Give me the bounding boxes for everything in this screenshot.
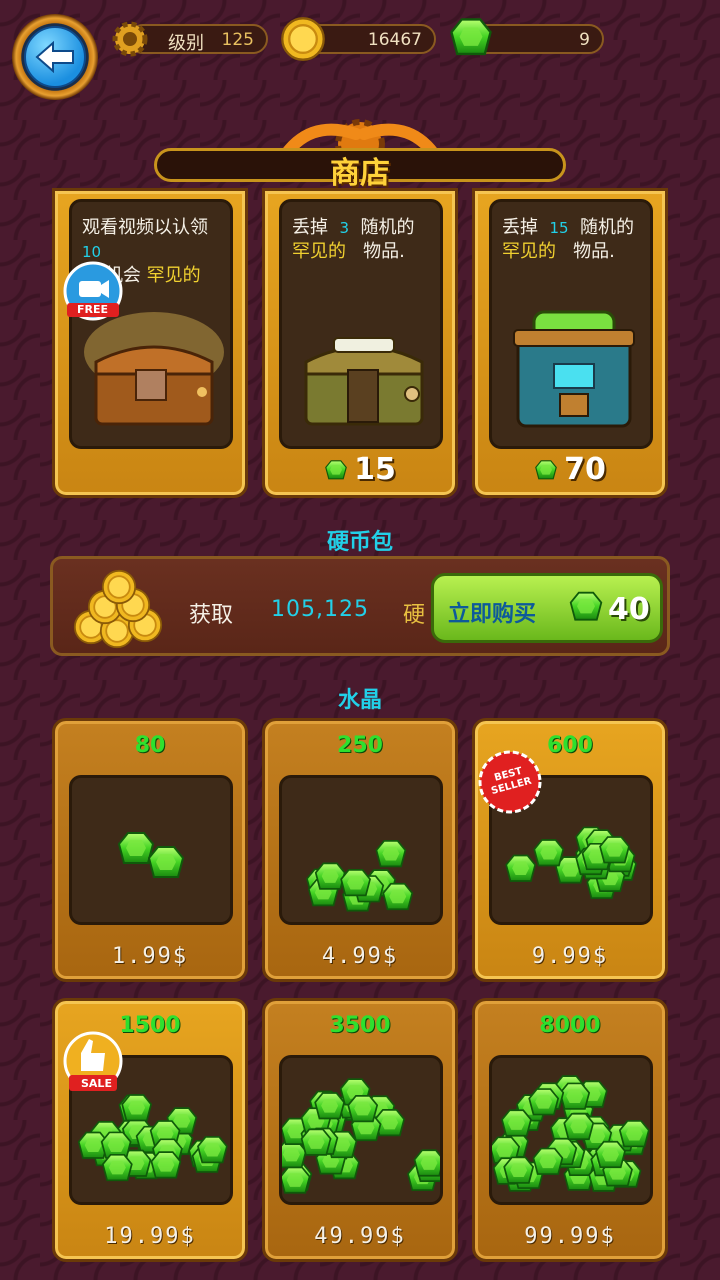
crystal-price: 49.99$ — [314, 1224, 406, 1249]
crystal-price: 19.99$ — [104, 1224, 196, 1249]
tech-chest-icon — [513, 310, 635, 428]
coin-icon — [280, 16, 326, 62]
crystal-price: 99.99$ — [524, 1224, 616, 1249]
chest-cost-value: 15 — [354, 452, 396, 487]
buy-now-button[interactable]: 立即购买 40 — [431, 573, 663, 643]
gem-pile-icon — [492, 1075, 650, 1192]
page-title: 商店 — [330, 156, 390, 191]
free-badge-label: FREE — [77, 303, 109, 316]
sale-badge-label: SALE — [81, 1077, 112, 1090]
gem-icon — [534, 459, 558, 483]
chest-description: 丢掉 15 随机的 罕见的 物品. — [502, 216, 640, 264]
buy-now-cost: 40 — [608, 592, 650, 627]
level-label: 级别 — [168, 33, 204, 54]
chest-item-count: 3 — [339, 219, 349, 237]
chest-percent-value: 10 — [82, 243, 102, 261]
chest-card-small[interactable]: 丢掉 3 随机的 罕见的 物品. 15 — [262, 188, 458, 498]
back-arrow-icon — [24, 26, 86, 88]
crystal-amount: 8000 — [539, 1013, 601, 1038]
best-seller-badge: BEST SELLER — [477, 749, 543, 819]
chest-item-count: 15 — [549, 219, 569, 237]
crystals-title: 水晶 — [337, 688, 382, 713]
crystal-pack-card[interactable]: 3500 49.99$ — [262, 998, 458, 1262]
gem-pile-icon — [306, 840, 414, 912]
crystal-pack-card[interactable]: 8000 99.99$ — [472, 998, 668, 1262]
gem-pile-icon — [282, 1078, 440, 1194]
gems-value: 9 — [579, 30, 590, 50]
chest-cost-value: 70 — [564, 452, 606, 487]
chest-text-line: 物品. — [573, 241, 615, 262]
chest-panel: 丢掉 3 随机的 罕见的 物品. — [279, 199, 443, 449]
crystal-price: 9.99$ — [531, 944, 609, 969]
gem-icon — [568, 590, 604, 626]
crystal-amount: 80 — [134, 733, 166, 758]
chest-rarity: 罕见的 — [502, 241, 556, 262]
chest-rarity: 罕见的 — [146, 265, 201, 286]
crystal-amount: 3500 — [329, 1013, 391, 1038]
chest-text-line: 随机的 — [360, 217, 415, 238]
gem-icon — [324, 459, 348, 483]
chest-description: 丢掉 3 随机的 罕见的 物品. — [292, 216, 430, 264]
crystal-pack-card[interactable]: 1500 19.99$ SALE — [52, 998, 248, 1262]
chest-rarity: 罕见的 — [292, 241, 346, 262]
coin-pack-unit: 硬 — [403, 603, 426, 628]
chest-card-free[interactable]: 观看视频以认领10 % 机会 罕见的 FREE — [52, 188, 248, 498]
coin-pack-get-label: 获取 — [189, 603, 234, 628]
back-button[interactable] — [12, 14, 98, 100]
iron-chest-icon — [304, 337, 424, 426]
crystal-pack-card[interactable]: 600 9.99$ BEST SELLER — [472, 718, 668, 982]
sale-badge: SALE — [61, 1031, 125, 1101]
buy-now-label: 立即购买 — [448, 602, 537, 627]
coins-value: 16467 — [367, 30, 422, 50]
chest-panel: 丢掉 15 随机的 罕见的 物品. — [489, 199, 653, 449]
shop-title-banner: 商店 — [154, 110, 566, 191]
chest-cost: 15 — [265, 452, 455, 487]
chest-cost: 70 — [475, 452, 665, 487]
crystal-price: 1.99$ — [111, 944, 189, 969]
gem-pile-icon — [118, 832, 184, 878]
gem-icon — [448, 16, 494, 62]
crystal-panel — [69, 775, 233, 925]
chest-text-line: 丢掉 — [502, 217, 538, 238]
crystal-pack-card[interactable]: 80 1.99$ — [52, 718, 248, 982]
free-video-badge: FREE — [61, 261, 125, 329]
coin-pack-row: 获取 105,125 硬 立即购买 40 — [50, 556, 670, 656]
gear-icon — [110, 19, 150, 59]
crystal-panel — [279, 775, 443, 925]
coin-pack-amount: 105,125 — [271, 597, 369, 622]
crystal-panel — [279, 1055, 443, 1205]
chest-text-line: 物品. — [363, 241, 405, 262]
chest-text-line: 观看视频以认领 — [82, 217, 208, 238]
crystal-amount: 250 — [337, 733, 383, 758]
crystal-panel — [489, 1055, 653, 1205]
wooden-chest-icon — [84, 312, 224, 426]
crystal-pack-card[interactable]: 250 4.99$ — [262, 718, 458, 982]
chest-text-line: 丢掉 — [292, 217, 328, 238]
coin-pile-icon — [73, 569, 163, 649]
coin-pack-title: 硬币包 — [326, 530, 393, 555]
chest-card-large[interactable]: 丢掉 15 随机的 罕见的 物品. 70 — [472, 188, 668, 498]
chest-text-line: 随机的 — [580, 217, 634, 238]
level-value: 125 — [221, 30, 254, 50]
crystal-price: 4.99$ — [321, 944, 399, 969]
